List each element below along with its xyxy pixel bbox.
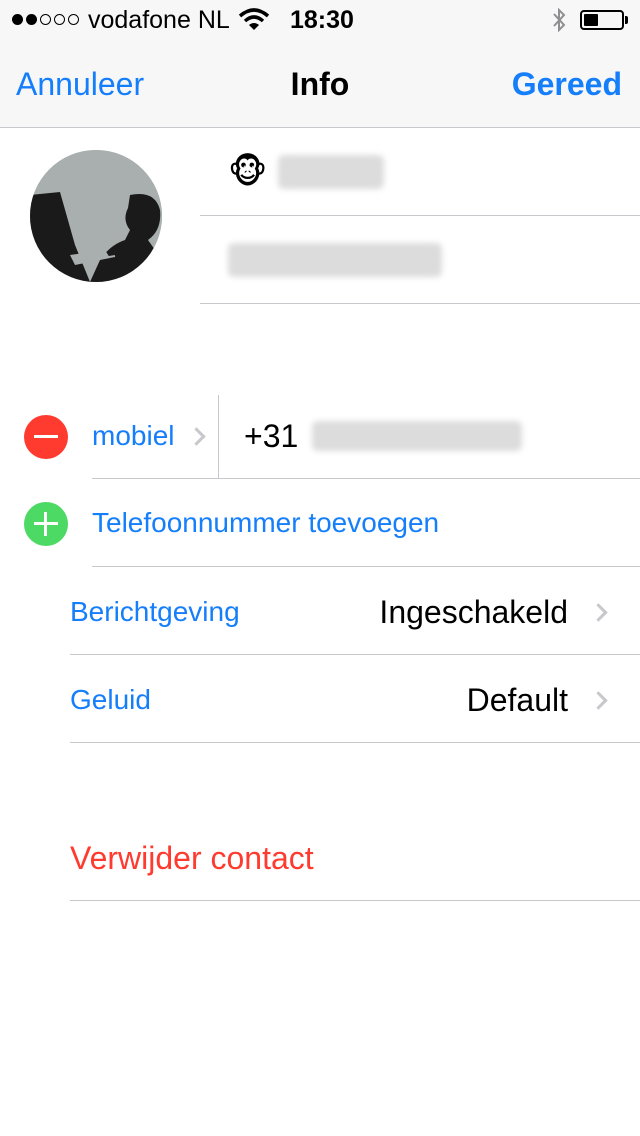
signal-dot-empty xyxy=(68,14,79,25)
carrier-name: vodafone NL xyxy=(88,6,230,34)
phone-number-field[interactable] xyxy=(312,421,522,451)
divider xyxy=(92,478,640,479)
divider xyxy=(200,215,640,216)
first-name-field[interactable] xyxy=(278,155,384,189)
signal-dot-empty xyxy=(40,14,51,25)
status-bar: vodafone NL 18:30 xyxy=(0,0,640,40)
clock: 18:30 xyxy=(290,6,354,34)
delete-contact-button[interactable]: Verwijder contact xyxy=(70,838,314,878)
phone-label[interactable]: mobiel xyxy=(92,419,174,453)
add-phone-label[interactable]: Telefoonnummer toevoegen xyxy=(92,506,439,540)
divider xyxy=(70,900,640,901)
notification-value: Ingeschakeld xyxy=(379,594,568,630)
signal-dot-filled xyxy=(12,14,23,25)
battery-tip xyxy=(625,16,628,24)
add-phone-button[interactable] xyxy=(24,502,68,546)
battery-icon xyxy=(580,10,624,30)
remove-phone-button[interactable] xyxy=(24,415,68,459)
wifi-icon xyxy=(238,8,270,30)
signal-dot-empty xyxy=(54,14,65,25)
avatar[interactable] xyxy=(30,150,162,282)
divider xyxy=(70,742,640,743)
phone-prefix: +31 xyxy=(244,418,299,454)
minus-icon xyxy=(34,435,58,438)
divider xyxy=(200,303,640,304)
first-name-emoji: 🐵 xyxy=(228,153,268,191)
chevron-right-icon xyxy=(187,427,206,446)
sound-label: Geluid xyxy=(70,684,151,715)
sound-value: Default xyxy=(466,682,568,718)
bluetooth-icon xyxy=(553,7,566,33)
last-name-field[interactable] xyxy=(228,243,442,277)
plus-icon-vertical xyxy=(44,512,47,536)
done-button[interactable]: Gereed xyxy=(512,64,622,104)
avatar-silhouette-icon xyxy=(30,150,162,282)
vertical-divider xyxy=(218,395,219,478)
signal-dot-filled xyxy=(26,14,37,25)
battery-level-fill xyxy=(584,14,598,26)
notification-label: Berichtgeving xyxy=(70,596,240,627)
